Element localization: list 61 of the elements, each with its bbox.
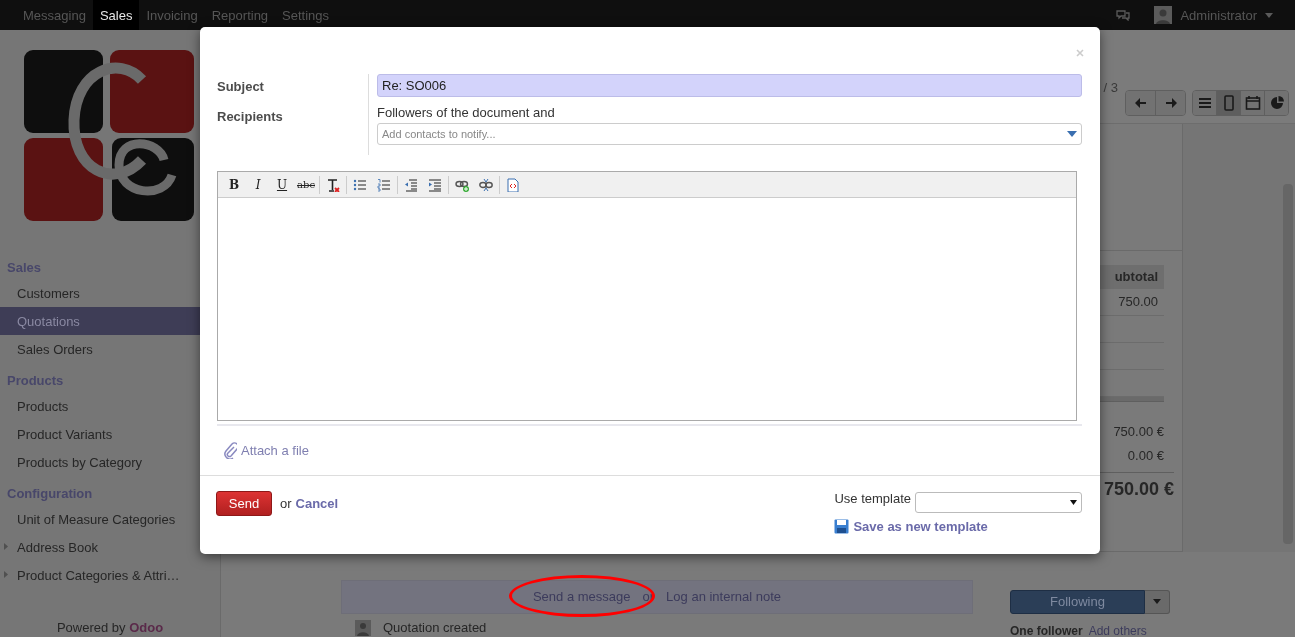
add-followers-link[interactable]: Add others <box>1088 623 1147 637</box>
pager-button[interactable] <box>1156 90 1185 115</box>
clear-format-icon[interactable] <box>326 177 340 192</box>
strike-button[interactable]: abc <box>297 179 315 191</box>
paperclip-icon <box>223 441 237 459</box>
menu-item[interactable]: Settings <box>275 0 337 30</box>
cancel-link[interactable]: Cancel <box>295 490 339 554</box>
recipients-text: Followers of the document and <box>377 105 556 123</box>
view-switch-button[interactable] <box>1241 90 1265 115</box>
untaxed-amount: 750.00 € <box>1112 422 1164 441</box>
indent-icon[interactable] <box>428 177 442 192</box>
italic-button[interactable]: I <box>255 177 261 192</box>
send-message-link[interactable]: Send a message <box>532 589 631 604</box>
sidebar-item[interactable]: Address Book <box>0 533 220 561</box>
menu-item[interactable]: Sales <box>92 0 140 30</box>
caret-icon <box>1153 599 1161 604</box>
dropdown-button[interactable] <box>1145 589 1170 614</box>
tax-amount: 0.00 € <box>1126 446 1164 465</box>
view-switch-button[interactable] <box>1265 90 1288 115</box>
text-editor[interactable]: B I U abc <box>217 171 1077 421</box>
menu-item[interactable]: Invoicing <box>139 0 205 30</box>
pager-button[interactable] <box>1126 90 1156 115</box>
pager-text: / 3 <box>1103 79 1118 96</box>
subject-field[interactable]: Re: SO006 <box>377 74 1082 98</box>
followers-count: One follower <box>1010 623 1083 637</box>
attach-file-link[interactable]: Attach a file <box>241 442 309 458</box>
bullet-list-icon[interactable] <box>353 177 367 192</box>
template-label: Use template <box>834 490 911 506</box>
message-title: Quotation created <box>383 620 487 635</box>
expand-arrow-icon <box>4 571 8 578</box>
unlink-icon[interactable] <box>479 177 493 192</box>
following-button[interactable]: Following <box>1010 589 1145 614</box>
graph-view-icon <box>1268 94 1285 111</box>
view-switch-button[interactable] <box>1217 90 1241 115</box>
caret-icon <box>1265 12 1273 18</box>
caret-icon <box>1067 131 1077 138</box>
avatar-icon <box>355 619 371 636</box>
powered-by-text: Powered by <box>56 620 126 635</box>
expand-arrow-icon <box>4 543 8 550</box>
number-list-icon[interactable] <box>377 177 391 192</box>
outdent-icon[interactable] <box>404 177 418 192</box>
caret-icon <box>1070 499 1077 505</box>
view-switch-button[interactable] <box>1193 90 1217 115</box>
source-icon[interactable] <box>506 177 520 192</box>
brand-link[interactable]: Odoo <box>129 620 164 635</box>
field-label: Subject <box>217 79 265 97</box>
menu-item[interactable]: Messaging <box>16 0 93 30</box>
or-text: or <box>280 494 292 513</box>
field-label: Recipients <box>217 109 284 127</box>
user-menu[interactable]: Administrator <box>1180 7 1257 23</box>
send-button[interactable]: Send <box>216 490 272 516</box>
avatar-icon <box>1154 6 1173 24</box>
menu-item[interactable]: Reporting <box>204 0 276 30</box>
underline-button[interactable]: U <box>276 177 288 192</box>
sidebar-item[interactable]: Product Categories & Attri… <box>0 561 220 589</box>
log-note-link[interactable]: Log an internal note <box>666 589 782 604</box>
contacts-field[interactable]: Add contacts to notify... <box>377 123 1082 146</box>
save-template-link[interactable]: Save as new template <box>853 518 988 534</box>
calendar-view-icon <box>1244 94 1261 111</box>
chat-icon[interactable] <box>1116 9 1131 21</box>
bold-button[interactable]: B <box>228 177 240 192</box>
